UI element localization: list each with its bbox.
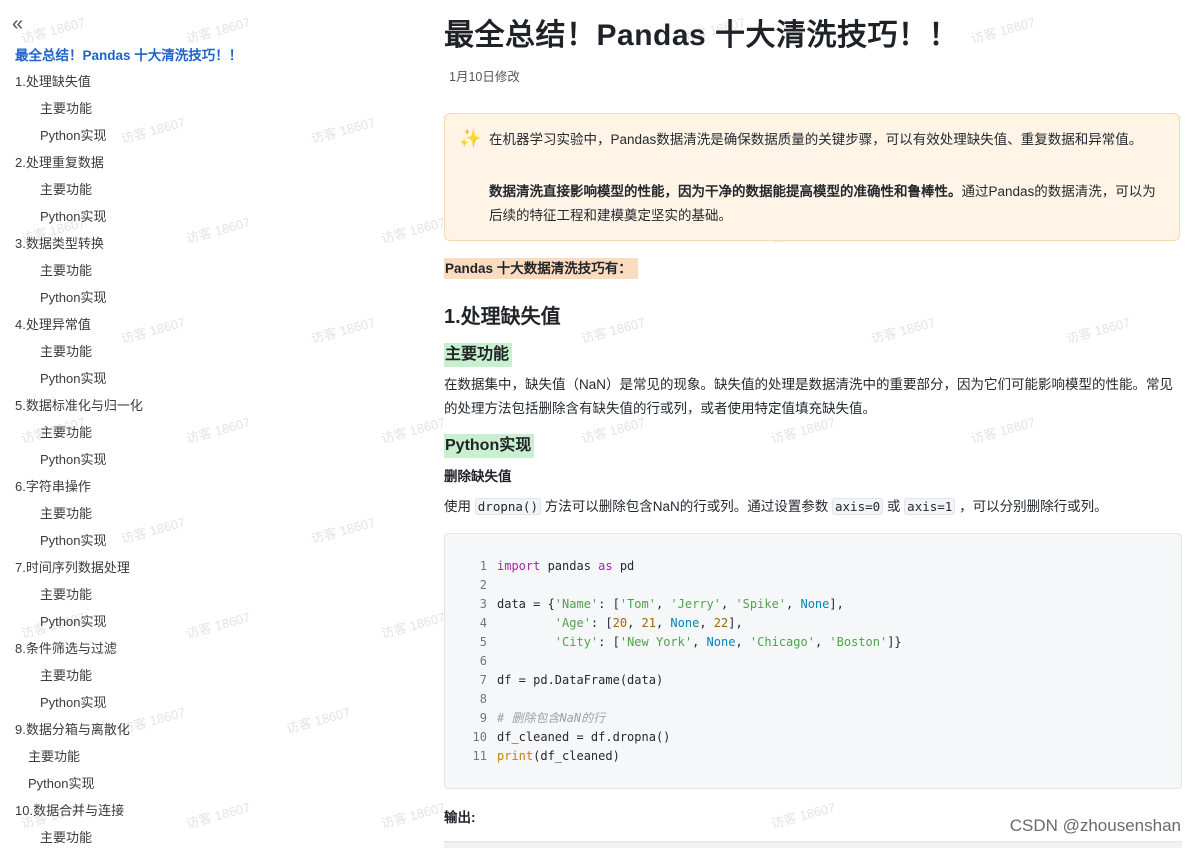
toc-item[interactable]: 8.条件筛选与过滤 [15, 638, 117, 657]
usage-text: 或 [883, 499, 905, 514]
code-line: 1 import pandas as pd [445, 557, 635, 576]
usage-text: ，可以分别删除行或列。 [955, 499, 1108, 514]
line-number: 2 [479, 578, 487, 592]
toc-item[interactable]: Python实现 [40, 611, 106, 630]
watermark: 访客 18607 [379, 799, 447, 832]
toc-item[interactable]: 主要功能 [40, 503, 92, 522]
line-number: 5 [479, 635, 487, 649]
drop-missing-heading: 删除缺失值 [444, 469, 512, 484]
line-number: 9 [479, 711, 487, 725]
watermark: 访客 18607 [869, 314, 937, 347]
toc-item[interactable]: 主要功能 [40, 422, 92, 441]
inline-code: dropna() [474, 498, 541, 515]
page-title: 最全总结！Pandas 十大清洗技巧！！ [444, 19, 960, 52]
collapse-sidebar-icon[interactable]: « [12, 14, 23, 34]
watermark: 访客 18607 [379, 609, 447, 642]
code-line: 4 'Age': [20, 21, None, 22], [445, 614, 743, 633]
output-label: 输出: [444, 810, 476, 825]
inline-code: axis=0 [832, 498, 884, 515]
sparkles-icon: ✨ [459, 128, 482, 148]
watermark: 访客 18607 [379, 414, 447, 447]
toc-item[interactable]: 主要功能 [40, 98, 92, 117]
subsection-heading-main-func: 主要功能 [444, 343, 513, 367]
toc-item[interactable]: 主要功能 [40, 179, 92, 198]
toc-item[interactable]: Python实现 [28, 773, 94, 792]
main-func-paragraph: 在数据集中，缺失值（NaN）是常见的现象。缺失值的处理是数据清洗中的重要部分，因… [444, 377, 1174, 416]
toc-item[interactable]: 1.处理缺失值 [15, 71, 91, 90]
callout-text-2: 数据清洗直接影响模型的性能，因为干净的数据能提高模型的准确性和鲁棒性。通过Pan… [489, 180, 1169, 228]
toc-item[interactable]: 主要功能 [40, 260, 92, 279]
toc-item[interactable]: 4.处理异常值 [15, 314, 91, 333]
code-line: 9 # 删除包含NaN的行 [445, 709, 605, 728]
toc-item[interactable]: 3.数据类型转换 [15, 233, 104, 252]
toc-item[interactable]: 主要功能 [40, 827, 92, 846]
watermark: 访客 18607 [309, 114, 377, 147]
toc-item[interactable]: Python实现 [40, 206, 106, 225]
watermark: 访客 18607 [1064, 314, 1132, 347]
code-line: 5 'City': ['New York', None, 'Chicago', … [445, 633, 902, 652]
toc-item[interactable]: Python实现 [40, 125, 106, 144]
line-number: 6 [479, 654, 487, 668]
usage-paragraph: 使用 dropna() 方法可以删除包含NaN的行或列。通过设置参数 axis=… [444, 495, 1180, 519]
code-line: 8 [445, 690, 497, 709]
toc-item[interactable]: 9.数据分箱与离散化 [15, 719, 130, 738]
toc-item[interactable]: 主要功能 [28, 746, 80, 765]
code-line: 2 [445, 576, 497, 595]
code-line: 6 [445, 652, 497, 671]
watermark: 访客 18607 [379, 214, 447, 247]
toc-item-title[interactable]: 最全总结！Pandas 十大清洗技巧！！ [15, 44, 242, 64]
line-number: 4 [479, 616, 487, 630]
code-line: 7 df = pd.DataFrame(data) [445, 671, 663, 690]
usage-text: 方法可以删除包含NaN的行或列。通过设置参数 [540, 499, 832, 514]
callout-box: ✨ 在机器学习实验中，Pandas数据清洗是确保数据质量的关键步骤，可以有效处理… [444, 113, 1180, 241]
toc-item[interactable]: 主要功能 [40, 341, 92, 360]
toc-item[interactable]: 主要功能 [40, 584, 92, 603]
toc-item[interactable]: 10.数据合并与连接 [15, 800, 124, 819]
highlight-label: Pandas 十大数据清洗技巧有： [444, 258, 638, 279]
code-line: 3 data = {'Name': ['Tom', 'Jerry', 'Spike… [445, 595, 844, 614]
code-line: 10 df_cleaned = df.dropna() [445, 728, 671, 747]
line-number: 10 [472, 730, 487, 744]
csdn-watermark: CSDN @zhousenshan [1009, 816, 1181, 835]
inline-code: axis=1 [904, 498, 956, 515]
watermark: 访客 18607 [309, 314, 377, 347]
usage-text: 使用 [444, 499, 475, 514]
watermark: 访客 18607 [579, 314, 647, 347]
section-heading: 1.处理缺失值 [444, 306, 561, 328]
modified-date: 1月10日修改 [449, 70, 520, 84]
line-number: 3 [479, 597, 487, 611]
toc-item[interactable]: Python实现 [40, 530, 106, 549]
toc-item[interactable]: Python实现 [40, 449, 106, 468]
code-block[interactable]: 1 import pandas as pd 2 3 data = {'Name': … [444, 533, 1182, 789]
toc-item[interactable]: 5.数据标准化与归一化 [15, 395, 143, 414]
toc-item[interactable]: Python实现 [40, 692, 106, 711]
watermark: 访客 18607 [309, 514, 377, 547]
toc-item[interactable]: Python实现 [40, 287, 106, 306]
toc-item[interactable]: 2.处理重复数据 [15, 152, 104, 171]
line-number: 7 [479, 673, 487, 687]
watermark: 访客 18607 [769, 799, 837, 832]
toc-item[interactable]: 6.字符串操作 [15, 476, 91, 495]
toc-item[interactable]: Python实现 [40, 368, 106, 387]
line-number: 11 [472, 749, 487, 763]
line-number: 8 [479, 692, 487, 706]
watermark: 访客 18607 [969, 14, 1037, 47]
toc-item[interactable]: 7.时间序列数据处理 [15, 557, 130, 576]
callout-bold-text: 数据清洗直接影响模型的性能，因为干净的数据能提高模型的准确性和鲁棒性。 [489, 184, 962, 199]
subsection-heading-python: Python实现 [444, 434, 535, 458]
line-number: 1 [479, 559, 487, 573]
table-of-contents: « 最全总结！Pandas 十大清洗技巧！！ 1.处理缺失值 主要功能 Python… [0, 0, 300, 847]
callout-text: 在机器学习实验中，Pandas数据清洗是确保数据质量的关键步骤，可以有效处理缺失… [489, 132, 1143, 147]
toc-item[interactable]: 主要功能 [40, 665, 92, 684]
code-line: 11 print(df_cleaned) [445, 747, 620, 766]
